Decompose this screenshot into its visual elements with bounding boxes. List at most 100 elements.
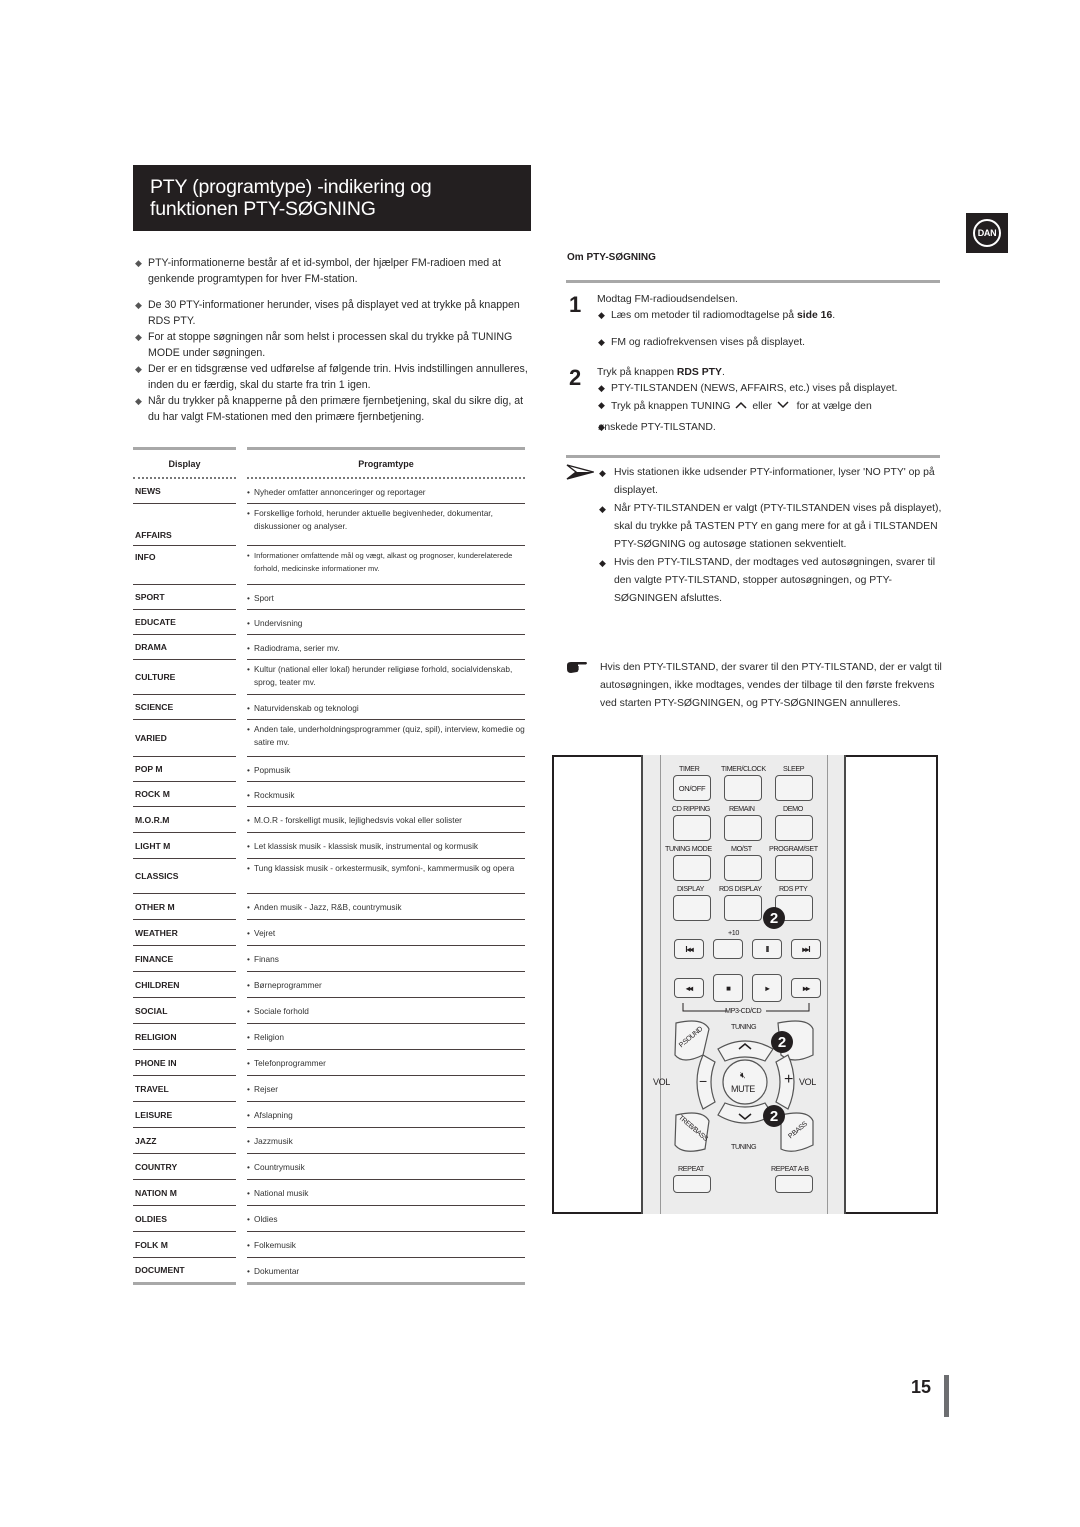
cell-display: COUNTRY bbox=[135, 1161, 178, 1172]
step-1: 1 Modtag FM-radioudsendelsen. Læs om met… bbox=[566, 292, 946, 354]
cell-programtype: Afslapning bbox=[247, 1109, 525, 1122]
table-row: INFO Informationer omfattende mål og vægt… bbox=[133, 546, 525, 585]
programtype-cell: Naturvidenskab og teknologi bbox=[247, 695, 525, 720]
rds-pty-label: RDS PTY bbox=[676, 367, 722, 378]
programtype-cell: Finans bbox=[247, 946, 525, 972]
table-row: AFFAIRS Forskellige forhold, herunder akt… bbox=[133, 504, 525, 546]
sub-text: for at vælge den bbox=[796, 401, 872, 412]
plus-icon: + bbox=[784, 1071, 793, 1088]
section-title: PTY (programtype) -indikering og funktio… bbox=[133, 165, 531, 231]
programtype-cell: Jazzmusik bbox=[247, 1128, 525, 1154]
programtype-cell: Popmusik bbox=[247, 757, 525, 782]
display-cell: DOCUMENT bbox=[133, 1258, 236, 1285]
step-text-suffix: . bbox=[721, 367, 725, 378]
programtype-cell: Undervisning bbox=[247, 610, 525, 635]
programtype-cell: Afslapning bbox=[247, 1102, 525, 1128]
cell-display: DOCUMENT bbox=[135, 1265, 185, 1275]
divider bbox=[566, 280, 940, 283]
cell-display: CHILDREN bbox=[135, 979, 180, 990]
title-line-1: PTY (programtype) -indikering og bbox=[150, 176, 432, 198]
cell-display: SOCIAL bbox=[135, 1005, 168, 1016]
programtype-cell: Vejret bbox=[247, 920, 525, 946]
programtype-cell: Rockmusik bbox=[247, 782, 525, 807]
table-row: CULTURE Kultur (national eller lokal) her… bbox=[133, 660, 525, 695]
programtype-cell: Anden tale, underholdningsprogrammer (qu… bbox=[247, 720, 525, 757]
programtype-cell: Børneprogrammer bbox=[247, 972, 525, 998]
cell-display: VARIED bbox=[135, 733, 167, 743]
chevron-up-icon bbox=[733, 400, 749, 412]
cell-display: ROCK M bbox=[135, 789, 170, 799]
display-cell: DRAMA bbox=[133, 635, 236, 660]
table-row: OTHER M Anden musik - Jazz, R&B, countrym… bbox=[133, 894, 525, 920]
table-row: TRAVEL Rejser bbox=[133, 1076, 525, 1102]
cell-display: NEWS bbox=[135, 486, 161, 496]
display-cell: AFFAIRS bbox=[133, 504, 236, 546]
programtype-cell: Informationer omfattende mål og vægt, al… bbox=[247, 546, 525, 585]
table-row: SOCIAL Sociale forhold bbox=[133, 998, 525, 1024]
step-2: 2 Tryk på knappen RDS PTY. PTY-TILSTANDE… bbox=[566, 365, 946, 437]
page-ref-link[interactable]: side 16 bbox=[797, 310, 832, 321]
cell-programtype: Informationer omfattende mål og vægt, al… bbox=[247, 549, 525, 575]
cell-display: CLASSICS bbox=[135, 871, 179, 881]
display-cell: SCIENCE bbox=[133, 695, 236, 720]
display-cell: NEWS bbox=[133, 479, 236, 504]
cell-programtype: Undervisning bbox=[247, 617, 525, 630]
programtype-cell: Let klassisk musik - klassisk musik, ins… bbox=[247, 833, 525, 859]
table-header: Display Programtype bbox=[133, 447, 525, 471]
mute-button bbox=[722, 1059, 768, 1105]
intro-bullets: PTY-informationerne består af et id-symb… bbox=[135, 255, 530, 425]
cell-display: POP M bbox=[135, 764, 163, 774]
cell-programtype: Folkemusik bbox=[247, 1239, 525, 1252]
cell-programtype: Anden musik - Jazz, R&B, countrymusik bbox=[247, 901, 525, 914]
step-callout: 2 bbox=[763, 1105, 785, 1127]
cell-programtype: Kultur (national eller lokal) herunder r… bbox=[247, 663, 525, 689]
display-cell: CULTURE bbox=[133, 660, 236, 695]
step-number: 1 bbox=[569, 292, 582, 317]
cell-display: AFFAIRS bbox=[135, 530, 172, 540]
mute-label: MUTE bbox=[731, 1084, 755, 1094]
programtype-cell: Nyheder omfatter annonceringer og report… bbox=[247, 479, 525, 504]
pointing-hand-icon bbox=[567, 662, 587, 673]
cell-programtype: Tung klassisk musik - orkestermusik, sym… bbox=[247, 862, 525, 875]
programtype-cell: Sport bbox=[247, 585, 525, 610]
display-cell: SPORT bbox=[133, 585, 236, 610]
table-row: POP M Popmusik bbox=[133, 757, 525, 782]
table-row: PHONE IN Telefonprogrammer bbox=[133, 1050, 525, 1076]
repeat-ab-button[interactable] bbox=[775, 1175, 813, 1193]
note-item: Hvis stationen ikke udsender PTY-informa… bbox=[566, 464, 946, 500]
display-cell: WEATHER bbox=[133, 920, 236, 946]
cell-display: OLDIES bbox=[135, 1213, 167, 1224]
display-cell: NATION M bbox=[133, 1180, 236, 1206]
step-sub: PTY-TILSTANDEN (NEWS, AFFAIRS, etc.) vis… bbox=[598, 383, 897, 394]
intro-bullet: PTY-informationerne består af et id-symb… bbox=[135, 255, 530, 287]
step-sub: FM og radiofrekvensen vises på displayet… bbox=[598, 337, 805, 348]
table-row: CHILDREN Børneprogrammer bbox=[133, 972, 525, 998]
table-body: NEWS Nyheder omfatter annonceringer og re… bbox=[133, 479, 525, 1285]
cell-display: SCIENCE bbox=[135, 702, 174, 712]
cell-programtype: Rejser bbox=[247, 1083, 525, 1096]
remote-body: TIMER TIMER/CLOCK SLEEP ON/OFF CD RIPPIN… bbox=[641, 755, 846, 1214]
repeat-button[interactable] bbox=[673, 1175, 711, 1193]
cell-display: RELIGION bbox=[135, 1031, 177, 1042]
display-cell: POP M bbox=[133, 757, 236, 782]
display-cell: CHILDREN bbox=[133, 972, 236, 998]
display-cell: LIGHT M bbox=[133, 833, 236, 859]
step-sub: Tryk på knappen TUNING eller for at vælg… bbox=[598, 400, 872, 412]
cell-programtype: Telefonprogrammer bbox=[247, 1057, 525, 1070]
cell-programtype: Forskellige forhold, herunder aktuelle b… bbox=[247, 507, 525, 533]
note-block: Hvis stationen ikke udsender PTY-informa… bbox=[566, 464, 946, 608]
divider bbox=[566, 455, 940, 458]
programtype-cell: Oldies bbox=[247, 1206, 525, 1232]
display-cell: RELIGION bbox=[133, 1024, 236, 1050]
display-cell: TRAVEL bbox=[133, 1076, 236, 1102]
programtype-cell: Religion bbox=[247, 1024, 525, 1050]
table-row: SPORT Sport bbox=[133, 585, 525, 610]
header-display: Display bbox=[133, 447, 236, 471]
language-badge: DAN bbox=[966, 213, 1008, 253]
display-cell: ROCK M bbox=[133, 782, 236, 807]
programtype-cell: Sociale forhold bbox=[247, 998, 525, 1024]
table-row: CLASSICS Tung klassisk musik - orkestermu… bbox=[133, 859, 525, 894]
cell-programtype: Vejret bbox=[247, 927, 525, 940]
programtype-cell: National musik bbox=[247, 1180, 525, 1206]
programtype-cell: Folkemusik bbox=[247, 1232, 525, 1258]
